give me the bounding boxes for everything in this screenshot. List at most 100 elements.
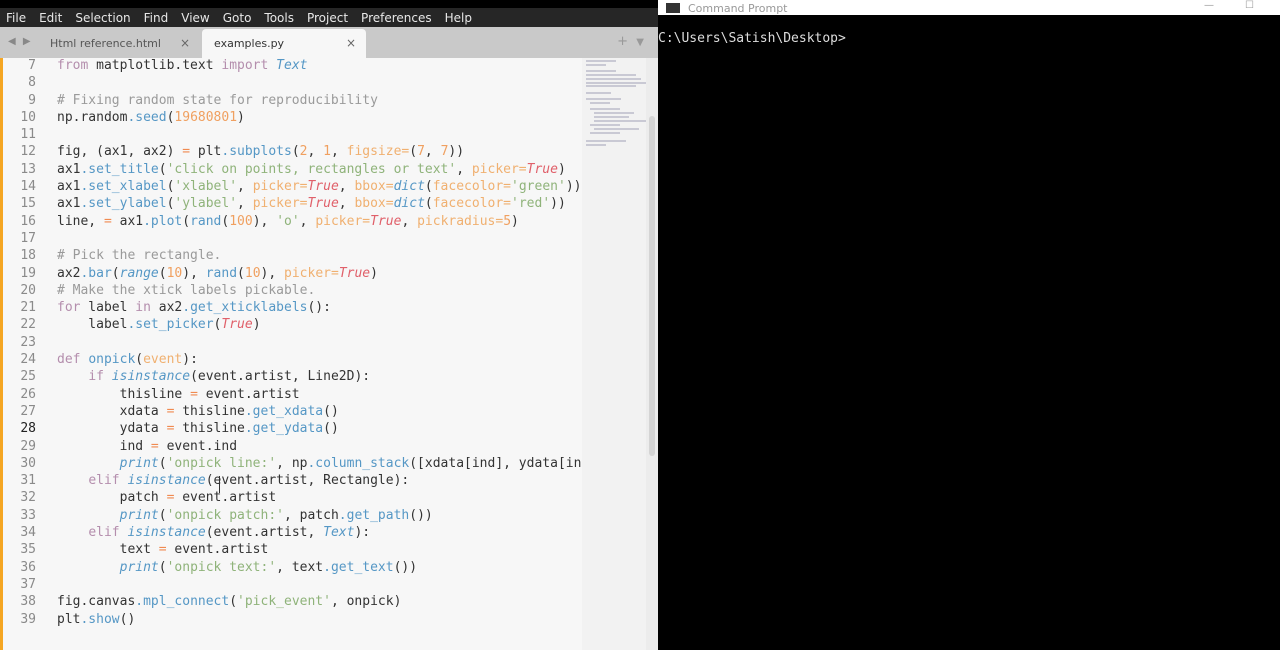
code-token: .show <box>80 611 120 627</box>
command-prompt-window[interactable]: Command Prompt — ☐ C:\Users\Satish\Deskt… <box>658 0 1280 650</box>
tab-examples-py[interactable]: examples.py × <box>202 29 366 58</box>
menu-tools[interactable]: Tools <box>264 11 294 25</box>
code-token: ax1 <box>57 161 81 177</box>
code-token: True <box>307 196 339 212</box>
code-token: ) <box>511 213 519 229</box>
code-token: 10 <box>166 265 183 281</box>
line-number: 20 <box>20 282 36 298</box>
vertical-scrollbar[interactable] <box>646 58 658 650</box>
code-token: picker= <box>284 265 339 281</box>
tab-bar: ◀ ▶ Html reference.html × examples.py × … <box>0 27 658 58</box>
code-token: , <box>456 161 472 177</box>
code-line: ydata = thisline.get_ydata() <box>57 420 339 437</box>
line-number: 29 <box>20 438 36 454</box>
menu-edit[interactable]: Edit <box>39 11 62 25</box>
code-token: label <box>57 317 128 333</box>
menu-file[interactable]: File <box>6 11 26 25</box>
code-token: (): <box>307 300 331 316</box>
code-token: 'o' <box>276 213 300 229</box>
code-editor[interactable]: 7 from matplotlib.text import Text 8 9 # Fix… <box>0 58 582 650</box>
tab-dropdown-icon[interactable]: ▼ <box>636 37 644 48</box>
menu-preferences[interactable]: Preferences <box>361 11 432 25</box>
minimize-icon[interactable]: — <box>1204 0 1214 11</box>
code-token: ( <box>237 265 245 281</box>
terminal-prompt[interactable]: C:\Users\Satish\Desktop> <box>658 31 846 46</box>
code-token: 'xlabel' <box>174 179 238 195</box>
close-icon[interactable]: × <box>346 36 356 50</box>
code-token: from <box>57 58 89 73</box>
menu-find[interactable]: Find <box>144 11 169 25</box>
code-line: fig, (ax1, ax2) = plt.subplots(2, 1, fig… <box>57 143 464 160</box>
menu-goto[interactable]: Goto <box>223 11 252 25</box>
code-token: dict <box>393 196 425 212</box>
code-token: (event.artist, <box>205 525 324 541</box>
code-token: , patch <box>284 507 339 523</box>
menu-view[interactable]: View <box>181 11 209 25</box>
line-number: 38 <box>20 594 36 610</box>
code-token: isinstance <box>127 525 206 541</box>
code-token: .get_xticklabels <box>182 300 308 316</box>
code-token: , <box>299 213 316 229</box>
tab-controls: + ▼ <box>617 34 644 49</box>
code-line: line, = ax1.plot(rand(100), 'o', picker=… <box>57 213 519 230</box>
code-token: ), <box>260 265 285 281</box>
code-line: for label in ax2.get_xticklabels(): <box>57 299 331 316</box>
maximize-icon[interactable]: ☐ <box>1245 0 1254 11</box>
code-token: def <box>57 352 81 368</box>
code-token: in <box>135 300 151 316</box>
code-token: np.random <box>57 109 128 125</box>
code-token: , <box>401 213 418 229</box>
code-token: ( <box>158 161 167 177</box>
minimap[interactable] <box>582 58 654 650</box>
code-token: , <box>338 179 355 195</box>
code-token: ) <box>237 109 245 125</box>
close-icon[interactable]: × <box>180 36 190 50</box>
minimap-line <box>594 128 639 130</box>
code-line: elif isinstance(event.artist, Text): <box>57 524 370 541</box>
code-token: if <box>88 369 104 385</box>
code-token: () <box>119 611 136 627</box>
menu-selection[interactable]: Selection <box>75 11 130 25</box>
code-line: label.set_picker(True) <box>57 316 260 333</box>
minimap-line <box>590 102 610 104</box>
menu-help[interactable]: Help <box>445 11 472 25</box>
menu-project[interactable]: Project <box>307 11 348 25</box>
line-number: 18 <box>20 248 36 264</box>
code-token: thisline <box>182 403 245 419</box>
code-token: = <box>166 490 183 506</box>
minimap-line <box>594 120 654 122</box>
code-token: .bar <box>80 265 112 281</box>
code-token: ()) <box>409 507 433 523</box>
code-token: # Pick the rectangle. <box>57 248 222 264</box>
scrollbar-thumb[interactable] <box>649 116 655 456</box>
tab-html-reference[interactable]: Html reference.html × <box>40 29 200 58</box>
code-token: ()) <box>393 559 418 575</box>
code-token: , onpick) <box>330 594 402 610</box>
code-token: bbox= <box>354 179 394 195</box>
code-token: bbox= <box>354 196 394 212</box>
minimap-line <box>594 112 634 114</box>
tab-label: Html reference.html <box>50 37 161 50</box>
code-token: 100 <box>229 213 253 229</box>
code-line: ax2.bar(range(10), rand(10), picker=True… <box>57 265 378 282</box>
add-tab-icon[interactable]: + <box>617 34 628 49</box>
code-token: .seed <box>127 109 167 125</box>
code-token: # Fixing random state for reproducibilit… <box>57 92 378 108</box>
code-token: 1 <box>323 144 331 160</box>
code-token: , <box>307 144 324 160</box>
code-token: , np <box>276 455 308 471</box>
line-number: 24 <box>20 352 36 368</box>
code-token: ) <box>557 161 566 177</box>
tab-nav-arrows-icon[interactable]: ◀ ▶ <box>8 36 33 47</box>
minimap-line <box>586 74 636 76</box>
line-number: 27 <box>20 403 36 419</box>
code-token: True <box>526 161 558 177</box>
code-token: (event.artist, Line2D): <box>190 369 371 385</box>
code-token: ax1 <box>57 196 81 212</box>
code-token: .plot <box>143 213 183 229</box>
code-token: True <box>370 213 402 229</box>
line-number: 17 <box>20 230 36 246</box>
line-number: 30 <box>20 455 36 471</box>
